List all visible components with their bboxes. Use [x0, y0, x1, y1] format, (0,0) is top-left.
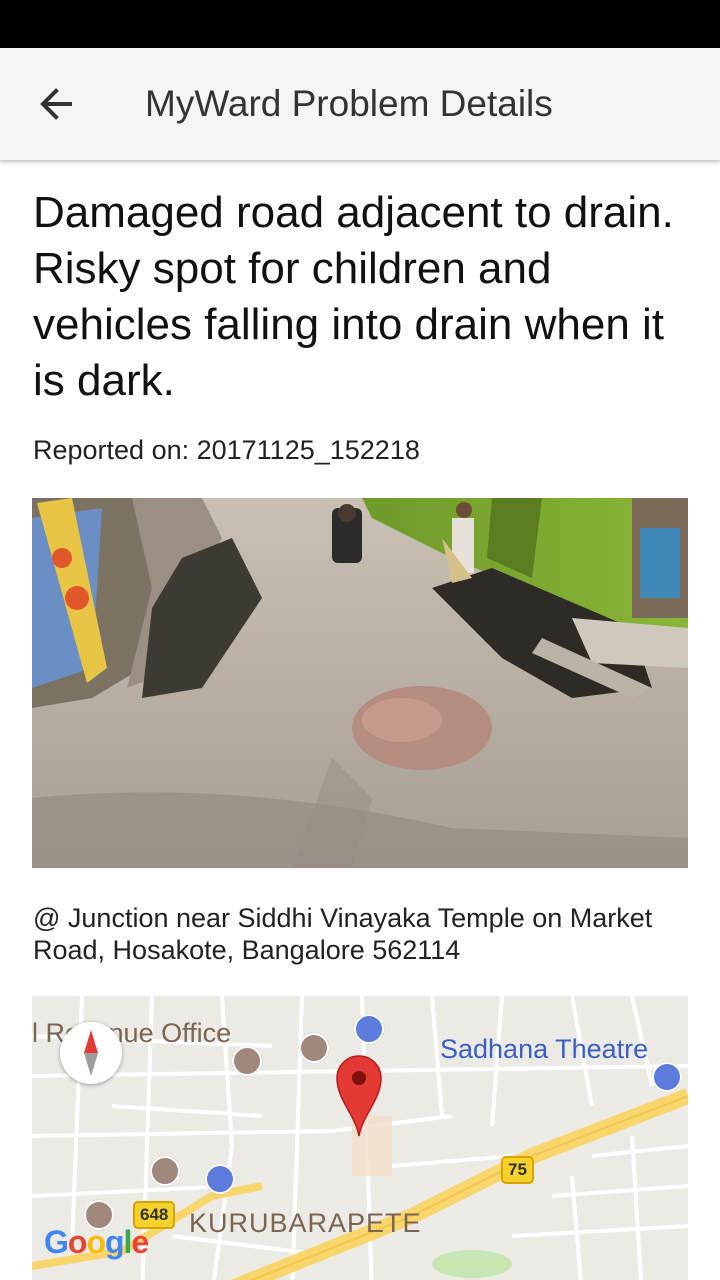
arrow-back-icon [40, 88, 72, 120]
logo-letter: o [67, 1224, 88, 1260]
bank-poi-icon[interactable] [150, 1156, 180, 1186]
atm-poi-icon-2[interactable] [205, 1164, 235, 1194]
mosque-poi-icon[interactable] [299, 1033, 329, 1063]
problem-photo[interactable] [32, 498, 688, 868]
compass-icon [84, 1030, 98, 1076]
route-shield-75: 75 [501, 1156, 534, 1184]
location-map[interactable]: l Revenue Office Sadhana Theatre KURUBAR… [32, 996, 688, 1280]
compass-button[interactable] [60, 1022, 122, 1084]
museum-poi-icon[interactable] [232, 1046, 262, 1076]
logo-letter: g [104, 1224, 125, 1260]
app-bar: MyWard Problem Details [0, 48, 720, 160]
map-label-kurubarapete: KURUBARAPETE [189, 1208, 422, 1238]
page-title: MyWard Problem Details [145, 83, 553, 124]
road-photo-illustration [32, 498, 688, 868]
map-label-sadhana-theatre: Sadhana Theatre [440, 1034, 649, 1064]
back-button[interactable] [28, 80, 100, 128]
problem-address: @ Junction near Siddhi Vinayaka Temple o… [33, 903, 653, 965]
status-bar [0, 0, 720, 48]
atm-poi-icon[interactable] [354, 1014, 384, 1044]
location-marker-icon[interactable] [335, 1054, 383, 1138]
hospital-poi-icon[interactable] [652, 1062, 682, 1092]
problem-details: Damaged road adjacent to drain. Risky sp… [0, 160, 720, 1280]
logo-letter: e [131, 1224, 149, 1260]
reported-on-text: Reported on: 20171125_152218 [33, 435, 420, 465]
logo-letter: o [86, 1224, 106, 1260]
problem-title: Damaged road adjacent to drain. Risky sp… [33, 188, 674, 405]
google-logo: Google [44, 1224, 149, 1261]
logo-letter: G [44, 1224, 69, 1260]
